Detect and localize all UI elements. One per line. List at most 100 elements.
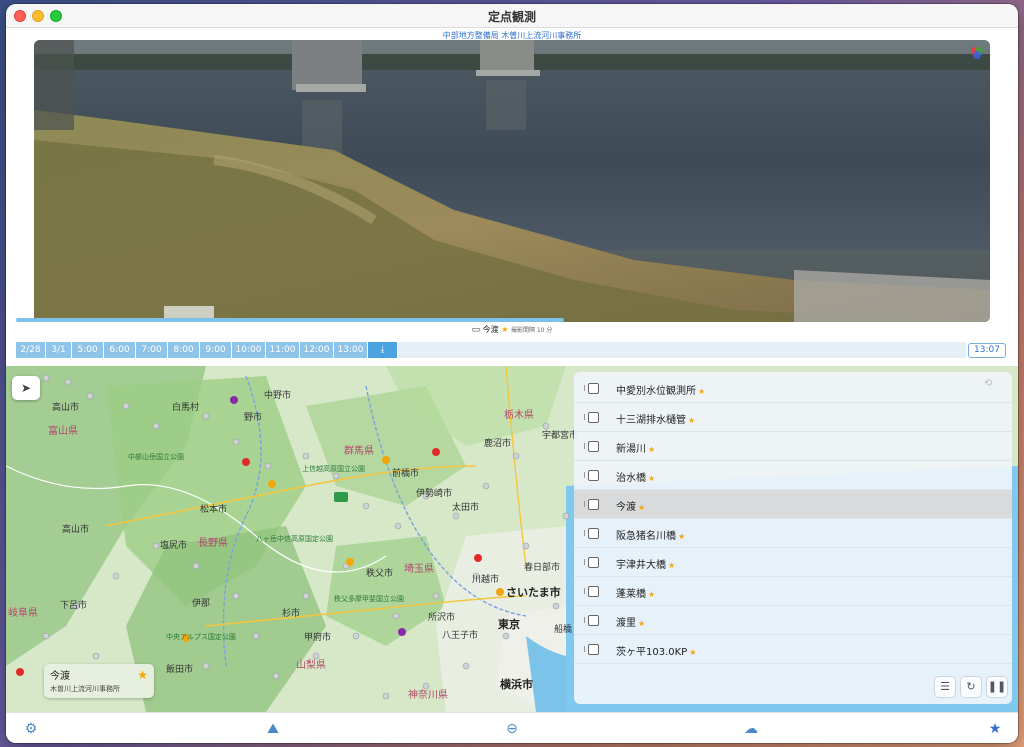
list-item-text: 渡里 [616, 618, 636, 629]
graph-icon[interactable]: ⛰ [262, 718, 284, 740]
callout-star-icon[interactable]: ★ [137, 668, 148, 682]
favorites-list-panel: 中愛別水位観測所 ★ 十三湖排水樋管 ★ 新湯川 ★ 治水橋 ★ 今渡 ★ 阪急… [574, 372, 1012, 704]
park-label: 中部山岳国立公園 [128, 453, 184, 461]
prefecture-label: 群馬県 [344, 446, 374, 457]
list-item[interactable]: 新湯川 ★ [574, 432, 1012, 461]
time-chip[interactable]: 2/28 [16, 342, 46, 358]
park-label: 上信越高原国立公園 [302, 465, 365, 473]
city-label: 宇都宮市 [542, 431, 579, 441]
download-button[interactable]: ⤓ [368, 342, 398, 358]
list-item-checkbox[interactable] [588, 586, 599, 597]
list-item-star-icon: ★ [638, 503, 646, 512]
list-item[interactable]: 中愛別水位観測所 ★ [574, 374, 1012, 403]
time-chip[interactable]: 13:00 [334, 342, 368, 358]
list-item-checkbox[interactable] [588, 644, 599, 655]
current-time-indicator[interactable]: 13:07 [968, 343, 1006, 358]
bottom-toolbar: ⚙ ⛰ ⊖ ☁ ★ [6, 712, 1018, 743]
city-label: 秩父市 [366, 569, 394, 579]
city-label: 塩尻市 [160, 541, 188, 551]
list-item[interactable]: 渡里 ★ [574, 606, 1012, 635]
list-item-checkbox[interactable] [588, 499, 599, 510]
city-label: 八王子市 [442, 631, 479, 641]
camera-photo[interactable] [34, 40, 990, 322]
camera-location-icon: ▭ [471, 325, 481, 335]
city-label: 下呂市 [60, 601, 88, 611]
list-item-text: 宇津井大橋 [616, 560, 666, 571]
list-item-checkbox[interactable] [588, 557, 599, 568]
time-chip[interactable]: 12:00 [300, 342, 334, 358]
list-item-label: 宇津井大橋 ★ [616, 556, 675, 571]
list-item-star-icon: ★ [698, 387, 706, 396]
list-item[interactable]: 十三湖排水樋管 ★ [574, 403, 1012, 432]
list-item-text: 十三湖排水樋管 [616, 415, 686, 426]
list-item-label: 治水橋 ★ [616, 469, 655, 484]
star-icon[interactable]: ★ [984, 718, 1006, 740]
pause-icon[interactable]: ❚❚ [986, 676, 1008, 698]
list-item-star-icon: ★ [648, 474, 656, 483]
list-item[interactable]: 阪急猪名川橋 ★ [574, 519, 1012, 548]
list-item-selected[interactable]: 今渡 ★ [574, 490, 1012, 519]
list-item[interactable]: 治水橋 ★ [574, 461, 1012, 490]
list-item-text: 茨ヶ平103.0KP [616, 647, 688, 658]
list-item-checkbox[interactable] [588, 412, 599, 423]
city-label: 杉市 [282, 609, 301, 619]
city-label: 所沢市 [428, 613, 456, 623]
list-item-label: 今渡 ★ [616, 498, 645, 513]
gear-icon[interactable]: ⚙ [20, 718, 42, 740]
park-label: 中央アルプス国定公園 [166, 633, 236, 641]
list-item-checkbox[interactable] [588, 441, 599, 452]
city-label: 高山市 [52, 403, 80, 413]
zoom-out-icon[interactable]: ⊖ [501, 718, 523, 740]
refresh-icon[interactable]: ↻ [960, 676, 982, 698]
time-chip[interactable]: 9:00 [200, 342, 232, 358]
list-item[interactable]: 茨ヶ平103.0KP ★ [574, 635, 1012, 664]
list-item-checkbox[interactable] [588, 528, 599, 539]
list-item-text: 治水橋 [616, 473, 646, 484]
prefecture-label: 神奈川県 [408, 690, 448, 701]
city-label: 鹿沼市 [484, 439, 512, 449]
time-chip[interactable]: 6:00 [104, 342, 136, 358]
favorite-star-icon[interactable]: ★ [501, 325, 508, 334]
list-item-text: 中愛別水位観測所 [616, 386, 696, 397]
list-item-label: 阪急猪名川橋 ★ [616, 527, 685, 542]
list-filter-icon[interactable]: ☰ [934, 676, 956, 698]
time-chip[interactable]: 8:00 [168, 342, 200, 358]
city-label: 伊勢崎市 [416, 489, 453, 499]
city-label: さいたま市 [506, 586, 561, 599]
time-chip[interactable]: 10:00 [232, 342, 266, 358]
map-layers-icon[interactable]: ⟲ [984, 378, 992, 389]
time-chip[interactable]: 7:00 [136, 342, 168, 358]
callout-title: 今渡 [50, 671, 70, 682]
list-item-checkbox[interactable] [588, 470, 599, 481]
list-item-star-icon: ★ [678, 532, 686, 541]
list-item-star-icon: ★ [648, 590, 656, 599]
time-chip[interactable]: 5:00 [72, 342, 104, 358]
park-label: 八ヶ岳中信高原国定公園 [256, 535, 333, 543]
map-view[interactable]: 富山県 栃木県 群馬県 長野県 埼玉県 岐阜県 山梨県 神奈川県 高山市 中野市… [6, 366, 1018, 712]
list-item[interactable]: 蓬莱橋 ★ [574, 577, 1012, 606]
playback-progress-fill [16, 318, 564, 322]
download-icon: ⤓ [380, 345, 385, 355]
list-item-label: 渡里 ★ [616, 614, 645, 629]
list-item-label: 茨ヶ平103.0KP ★ [616, 643, 696, 658]
rain-cloud-icon[interactable]: ☁ [740, 718, 762, 740]
map-callout[interactable]: 今渡 木曽川上流河川事務所 ★ [44, 664, 154, 698]
city-label: 白馬村 [172, 403, 200, 413]
list-item[interactable]: 宇津井大橋 ★ [574, 548, 1012, 577]
list-item-checkbox[interactable] [588, 615, 599, 626]
locate-me-button[interactable]: ➤ [12, 376, 40, 400]
city-label: 春日部市 [524, 563, 561, 573]
city-label: 前橋市 [392, 469, 420, 479]
timeline-bar: 2/28 3/1 5:00 6:00 7:00 8:00 9:00 10:00 … [16, 342, 966, 358]
time-chip[interactable]: 11:00 [266, 342, 300, 358]
list-item-star-icon: ★ [638, 619, 646, 628]
prefecture-label: 富山県 [48, 426, 78, 437]
list-item-label: 新湯川 ★ [616, 440, 655, 455]
list-item-star-icon: ★ [689, 648, 697, 657]
city-label: 松本市 [200, 505, 228, 515]
prefecture-label: 埼玉県 [404, 564, 434, 575]
list-item-checkbox[interactable] [588, 383, 599, 394]
time-chip[interactable]: 3/1 [46, 342, 72, 358]
city-label: 高山市 [62, 525, 90, 535]
list-item-text: 蓬莱橋 [616, 589, 646, 600]
